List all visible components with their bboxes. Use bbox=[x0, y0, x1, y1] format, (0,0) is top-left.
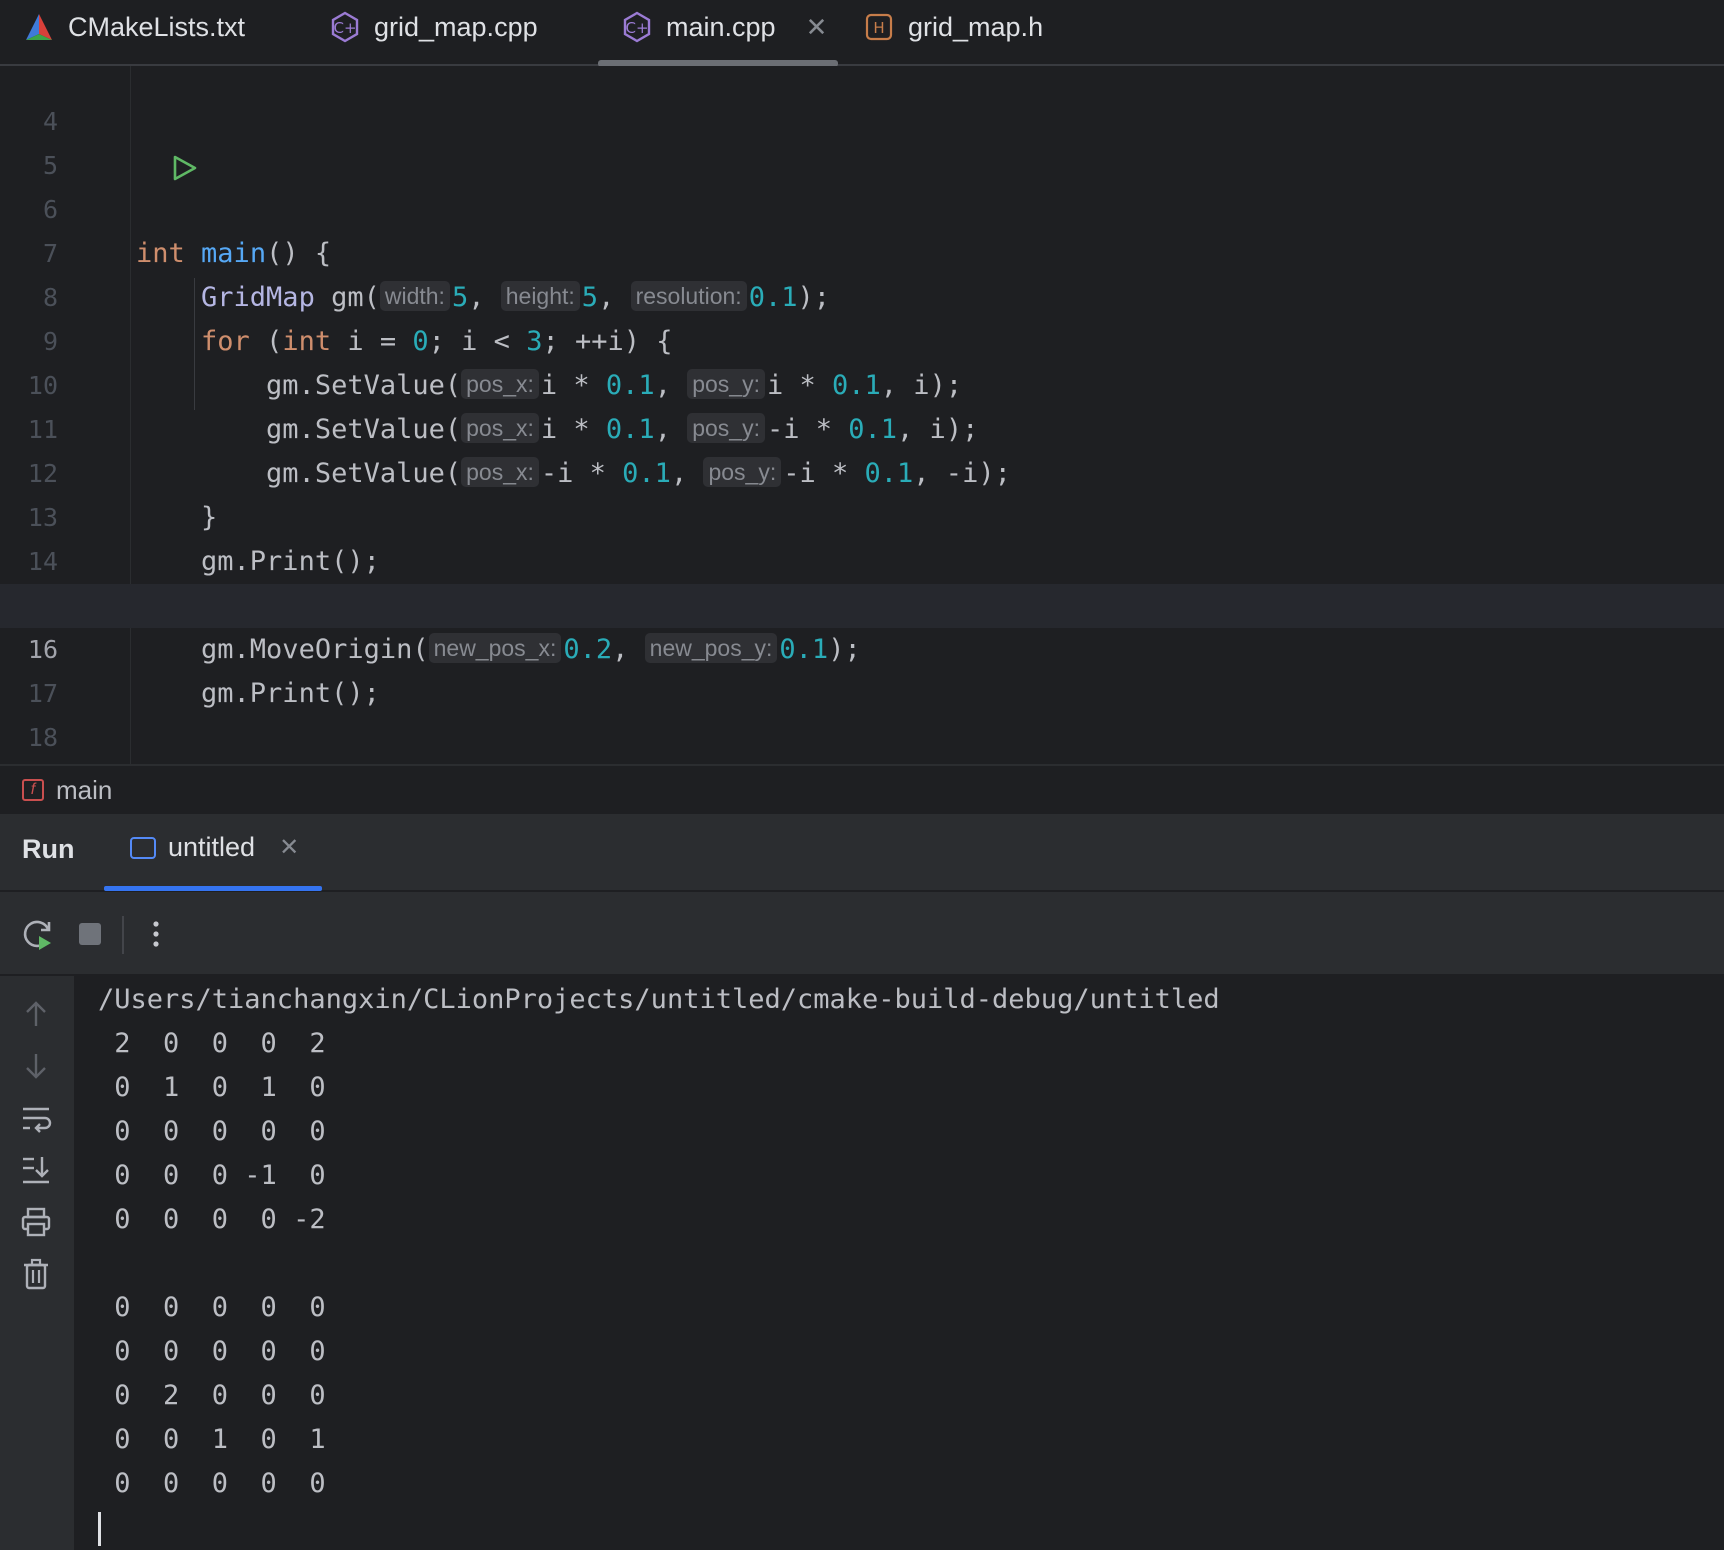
console-line: 0 0 0 0 0 bbox=[98, 1336, 326, 1367]
arrow-up-icon[interactable] bbox=[16, 994, 56, 1034]
text-caret bbox=[98, 1512, 101, 1546]
run-tab-untitled[interactable]: untitled ✕ bbox=[130, 832, 299, 863]
run-tool-window: Run untitled ✕ /Users/tianchangxin/CLion… bbox=[0, 814, 1724, 1550]
rerun-icon[interactable] bbox=[18, 914, 58, 954]
code-line: 8 for (int i = 0; i < 3; ++i) { bbox=[0, 232, 1724, 357]
code-line: 12 } bbox=[0, 408, 1724, 533]
console-output[interactable]: /Users/tianchangxin/CLionProjects/untitl… bbox=[74, 976, 1724, 1550]
console-line: 0 0 0 0 0 bbox=[98, 1116, 326, 1147]
soft-wrap-icon[interactable] bbox=[16, 1098, 56, 1138]
tab-main-cpp[interactable]: C+ main.cpp ✕ bbox=[620, 0, 827, 54]
console-line: 0 0 1 0 1 bbox=[98, 1424, 326, 1455]
close-icon[interactable]: ✕ bbox=[806, 12, 828, 43]
tab-cmakelists[interactable]: CMakeLists.txt bbox=[22, 0, 245, 54]
header-file-icon: H bbox=[862, 10, 896, 44]
svg-text:C+: C+ bbox=[333, 19, 356, 37]
code-line: 11 gm.SetValue(pos_x: -i * 0.1, pos_y: -i … bbox=[0, 364, 1724, 489]
arrow-down-icon[interactable] bbox=[16, 1046, 56, 1086]
breadcrumb: f main bbox=[0, 764, 1724, 814]
console-line: 0 0 0 0 0 bbox=[98, 1468, 326, 1499]
tab-label: grid_map.h bbox=[908, 11, 1044, 42]
console-side-toolbar bbox=[0, 976, 75, 1550]
console-line: 0 0 0 0 0 bbox=[98, 1292, 326, 1323]
code-line: 6 bbox=[0, 144, 1724, 224]
console-line: 0 0 0 0 -2 bbox=[98, 1204, 326, 1235]
console-line: 0 0 0 -1 0 bbox=[98, 1160, 326, 1191]
print-icon[interactable] bbox=[16, 1202, 56, 1242]
code-line: 7 GridMap gm(width: 5, height: 5, resoluti… bbox=[0, 188, 1724, 313]
trash-icon[interactable] bbox=[16, 1254, 56, 1294]
cpp-file-icon: C+ bbox=[328, 10, 362, 44]
console-line: /Users/tianchangxin/CLionProjects/untitl… bbox=[98, 984, 1220, 1015]
code-editor[interactable]: 4 5 int main() { 6 7 GridMap gm(width: 5,… bbox=[0, 66, 1724, 764]
breadcrumb-item-main[interactable]: main bbox=[56, 775, 112, 806]
code-line: 14 bbox=[0, 496, 1724, 576]
tab-label: CMakeLists.txt bbox=[68, 11, 246, 42]
more-options-icon[interactable] bbox=[136, 914, 176, 954]
code-line: 10 gm.SetValue(pos_x: i * 0.1, pos_y: -i *… bbox=[0, 320, 1724, 445]
run-panel-title: Run bbox=[22, 834, 75, 864]
code-line: 5 int main() { bbox=[0, 100, 1724, 269]
code-line: 17 bbox=[0, 628, 1724, 708]
code-line: 4 bbox=[0, 66, 1724, 136]
tab-grid-map-h[interactable]: H grid_map.h bbox=[862, 0, 1043, 54]
close-icon[interactable]: ✕ bbox=[279, 833, 299, 862]
console-line: 2 0 0 0 2 bbox=[98, 1028, 326, 1059]
run-icon[interactable] bbox=[72, 108, 196, 181]
code-line: 13 gm.Print(); bbox=[0, 452, 1724, 577]
svg-text:C+: C+ bbox=[625, 19, 648, 37]
run-toolbar bbox=[0, 894, 1724, 976]
code-line: 18 return 0; bbox=[0, 672, 1724, 752]
tab-label: main.cpp bbox=[666, 11, 776, 42]
stop-icon[interactable] bbox=[70, 914, 110, 954]
cmake-icon bbox=[22, 10, 56, 44]
code-line-current: 16 gm.Print(); bbox=[0, 584, 1724, 709]
run-tab-bar: Run untitled ✕ bbox=[0, 814, 1724, 892]
tab-label: grid_map.cpp bbox=[374, 11, 538, 42]
svg-text:H: H bbox=[873, 19, 884, 37]
editor-tab-bar: CMakeLists.txt C+ grid_map.cpp C+ main.c… bbox=[0, 0, 1724, 67]
run-tab-label: untitled bbox=[168, 832, 256, 862]
console-icon bbox=[130, 836, 156, 859]
tab-grid-map-cpp[interactable]: C+ grid_map.cpp bbox=[328, 0, 538, 54]
code-line: 15 gm.MoveOrigin(new_pos_x:0.2, new_pos_… bbox=[0, 540, 1724, 665]
active-run-tab-indicator bbox=[104, 886, 322, 891]
code-line: 19 } bbox=[0, 716, 1724, 760]
code-line: 9 gm.SetValue(pos_x: i * 0.1, pos_y: i * 0… bbox=[0, 276, 1724, 401]
toolbar-divider bbox=[122, 916, 124, 954]
function-icon: f bbox=[22, 779, 44, 801]
cpp-file-icon: C+ bbox=[620, 10, 654, 44]
console-line: 0 1 0 1 0 bbox=[98, 1072, 326, 1103]
console-line: 0 2 0 0 0 bbox=[98, 1380, 326, 1411]
scroll-to-end-icon[interactable] bbox=[16, 1150, 56, 1190]
